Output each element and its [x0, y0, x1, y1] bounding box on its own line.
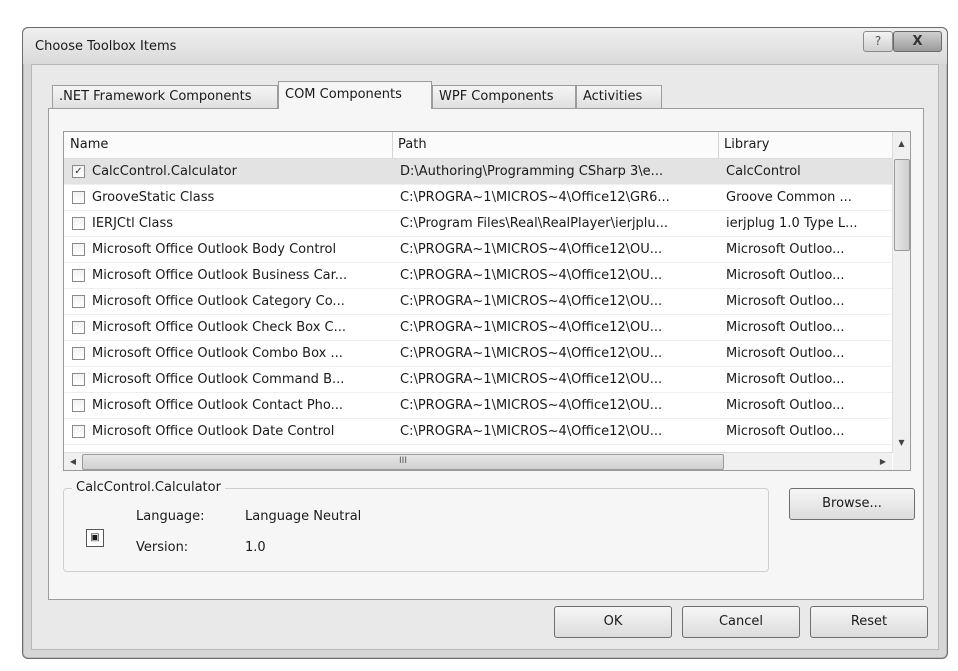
row-name: Microsoft Office Outlook Command B... — [92, 372, 345, 387]
tab-com-components[interactable]: COM Components — [278, 81, 432, 109]
row-path: C:\PROGRA~1\MICROS~4\Office12\OU... — [400, 424, 663, 439]
horizontal-scrollbar[interactable]: ◀ III ▶ — [64, 452, 892, 470]
row-name: IERJCtl Class — [92, 216, 174, 231]
horizontal-scroll-thumb[interactable]: III — [82, 454, 724, 470]
list-row[interactable]: Microsoft Office Outlook Contact Pho... … — [64, 393, 892, 419]
list-row[interactable]: Microsoft Office Outlook Check Box C... … — [64, 315, 892, 341]
row-name: CalcControl.Calculator — [92, 164, 237, 179]
row-checkbox[interactable] — [72, 425, 85, 438]
row-name: Microsoft Office Outlook Date Control — [92, 424, 335, 439]
scrollbar-corner — [893, 453, 910, 470]
component-info-group: CalcControl.Calculator ▣ Language: Langu… — [63, 480, 769, 572]
row-checkbox[interactable] — [72, 347, 85, 360]
title-bar[interactable]: Choose Toolbox Items ? X — [23, 28, 947, 64]
components-list[interactable]: Name Path Library ✓ CalcControl.Calculat… — [63, 131, 911, 471]
row-checkbox[interactable] — [72, 243, 85, 256]
vertical-scrollbar[interactable]: ▲ ▼ — [892, 132, 910, 453]
list-row[interactable]: IERJCtl Class C:\Program Files\Real\Real… — [64, 211, 892, 237]
language-label: Language: — [136, 509, 205, 524]
row-path: C:\PROGRA~1\MICROS~4\Office12\OU... — [400, 346, 663, 361]
row-path: C:\Program Files\Real\RealPlayer\ierjplu… — [400, 216, 669, 231]
row-library: Microsoft Outloo... — [726, 242, 845, 257]
scroll-up-arrow-icon[interactable]: ▲ — [893, 136, 910, 152]
column-header-path[interactable]: Path — [392, 132, 719, 158]
row-name: Microsoft Office Outlook Business Car... — [92, 268, 348, 283]
version-label: Version: — [136, 540, 189, 555]
component-icon: ▣ — [86, 529, 104, 547]
row-library: Microsoft Outloo... — [726, 398, 845, 413]
language-value: Language Neutral — [245, 509, 362, 524]
version-value: 1.0 — [245, 540, 266, 555]
row-checkbox[interactable] — [72, 321, 85, 334]
row-library: Microsoft Outloo... — [726, 320, 845, 335]
dialog-body: .NET Framework Components COM Components… — [31, 64, 939, 650]
row-name: Microsoft Office Outlook Combo Box ... — [92, 346, 343, 361]
row-path: D:\Authoring\Programming CSharp 3\e... — [400, 164, 664, 179]
list-row[interactable]: Microsoft Office Outlook Command B... C:… — [64, 367, 892, 393]
vertical-scroll-thumb[interactable] — [894, 159, 910, 251]
list-row[interactable]: ✓ CalcControl.Calculator D:\Authoring\Pr… — [64, 159, 892, 185]
column-header-name[interactable]: Name — [64, 132, 393, 158]
row-checkbox[interactable] — [72, 295, 85, 308]
choose-toolbox-items-dialog: Choose Toolbox Items ? X .NET Framework … — [22, 27, 948, 659]
row-library: Microsoft Outloo... — [726, 268, 845, 283]
scroll-right-arrow-icon[interactable]: ▶ — [875, 453, 891, 470]
row-checkbox[interactable]: ✓ — [72, 165, 85, 178]
help-button[interactable]: ? — [863, 31, 893, 52]
tab-net-framework-components[interactable]: .NET Framework Components — [52, 85, 278, 108]
row-library: CalcControl — [726, 164, 801, 179]
list-row[interactable]: Microsoft Office Outlook Business Car...… — [64, 263, 892, 289]
row-checkbox[interactable] — [72, 217, 85, 230]
row-library: Microsoft Outloo... — [726, 294, 845, 309]
tab-activities[interactable]: Activities — [576, 85, 662, 108]
info-group-title: CalcControl.Calculator — [72, 480, 225, 495]
list-rows: ✓ CalcControl.Calculator D:\Authoring\Pr… — [64, 159, 892, 445]
row-library: Microsoft Outloo... — [726, 372, 845, 387]
row-path: C:\PROGRA~1\MICROS~4\Office12\OU... — [400, 320, 663, 335]
row-library: ierjplug 1.0 Type L... — [726, 216, 858, 231]
row-name: GrooveStatic Class — [92, 190, 215, 205]
row-checkbox[interactable] — [72, 373, 85, 386]
row-path: C:\PROGRA~1\MICROS~4\Office12\GR6... — [400, 190, 670, 205]
row-checkbox[interactable] — [72, 191, 85, 204]
list-row[interactable]: Microsoft Office Outlook Body Control C:… — [64, 237, 892, 263]
scroll-down-arrow-icon[interactable]: ▼ — [893, 435, 910, 451]
row-library: Microsoft Outloo... — [726, 424, 845, 439]
ok-button[interactable]: OK — [554, 606, 672, 638]
list-header: Name Path Library — [64, 132, 892, 159]
list-row[interactable]: Microsoft Office Outlook Date Control C:… — [64, 419, 892, 445]
close-button[interactable]: X — [893, 31, 942, 52]
row-library: Microsoft Outloo... — [726, 346, 845, 361]
row-path: C:\PROGRA~1\MICROS~4\Office12\OU... — [400, 294, 663, 309]
row-checkbox[interactable] — [72, 269, 85, 282]
row-path: C:\PROGRA~1\MICROS~4\Office12\OU... — [400, 372, 663, 387]
row-path: C:\PROGRA~1\MICROS~4\Office12\OU... — [400, 268, 663, 283]
row-library: Groove Common ... — [726, 190, 852, 205]
reset-button[interactable]: Reset — [810, 606, 928, 638]
dialog-title: Choose Toolbox Items — [35, 39, 177, 54]
row-name: Microsoft Office Outlook Category Co... — [92, 294, 345, 309]
list-row[interactable]: GrooveStatic Class C:\PROGRA~1\MICROS~4\… — [64, 185, 892, 211]
row-checkbox[interactable] — [72, 399, 85, 412]
tab-wpf-components[interactable]: WPF Components — [432, 85, 576, 108]
column-header-library[interactable]: Library — [718, 132, 892, 158]
list-row[interactable]: Microsoft Office Outlook Category Co... … — [64, 289, 892, 315]
row-name: Microsoft Office Outlook Check Box C... — [92, 320, 347, 335]
com-components-panel: Name Path Library ✓ CalcControl.Calculat… — [48, 108, 924, 600]
row-name: Microsoft Office Outlook Body Control — [92, 242, 337, 257]
row-name: Microsoft Office Outlook Contact Pho... — [92, 398, 344, 413]
row-path: C:\PROGRA~1\MICROS~4\Office12\OU... — [400, 242, 663, 257]
scroll-left-arrow-icon[interactable]: ◀ — [65, 453, 81, 470]
list-row[interactable]: Microsoft Office Outlook Combo Box ... C… — [64, 341, 892, 367]
cancel-button[interactable]: Cancel — [682, 606, 800, 638]
row-path: C:\PROGRA~1\MICROS~4\Office12\OU... — [400, 398, 663, 413]
browse-button[interactable]: Browse... — [789, 488, 915, 520]
